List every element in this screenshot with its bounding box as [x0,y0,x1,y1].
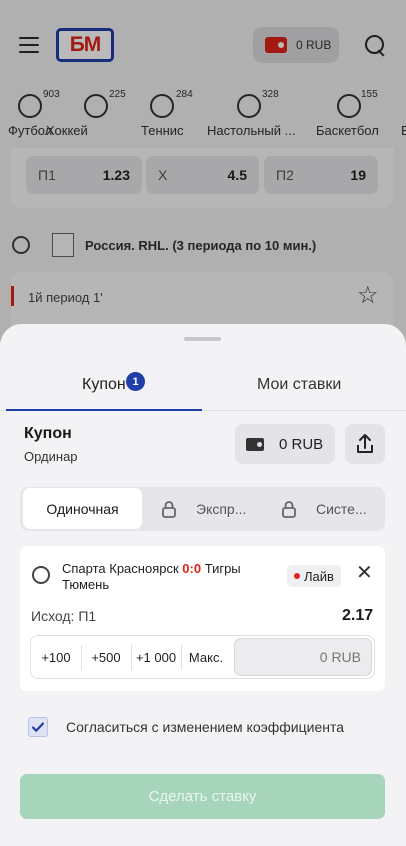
tab-my-bets[interactable]: Мои ставки [257,376,341,394]
quick-stake-1000[interactable]: +1 000 [131,636,181,678]
team-home: Спарта Красноярск [62,561,179,576]
bet-type-label: Одиночная [46,500,119,517]
bet-type-selector: Одиночная Экспр... Систе... [20,487,385,531]
coupon-type: Ординар [24,449,78,464]
quick-stake-100[interactable]: +100 [31,636,81,678]
match-teams: Спарта Красноярск 0:0 Тигры Тюмень [62,561,282,593]
stake-row: +100 +500 +1 000 Макс. [30,635,375,679]
place-bet-button[interactable]: Сделать ставку [20,774,385,819]
hockey-puck-icon [32,566,50,584]
lock-icon [282,501,296,518]
bet-type-single[interactable]: Одиночная [23,488,142,529]
quick-stake-max[interactable]: Макс. [181,636,231,678]
stake-input[interactable] [234,638,372,676]
live-label: Лайв [304,568,334,584]
bet-type-express[interactable]: Экспр... [160,487,246,531]
quick-stake-500[interactable]: +500 [81,636,131,678]
bet-type-system[interactable]: Систе... [280,487,367,531]
agree-odds-label[interactable]: Согласиться с изменением коэффициента [66,719,344,735]
bet-type-label: Систе... [316,501,367,517]
active-tab-indicator [6,409,202,411]
bet-slip-sheet: Купон 1 Мои ставки Купон Ординар 0 RUB О… [0,324,406,846]
live-badge: Лайв [287,565,341,587]
outcome-odds: 2.17 [342,607,374,624]
live-dot-icon [294,573,300,579]
lock-icon [162,501,176,518]
bet-type-label: Экспр... [196,501,247,517]
check-icon [31,722,45,732]
wallet-icon [246,437,264,451]
outcome-label: Исход: П1 [31,608,97,624]
close-icon[interactable]: ✕ [356,563,373,583]
bet-card: Спарта Красноярск 0:0 Тигры Тюмень Лайв … [20,546,385,691]
coupon-balance-button[interactable]: 0 RUB [235,424,335,464]
coupon-title: Купон [24,425,72,442]
coupon-count-badge: 1 [126,372,145,391]
match-score: 0:0 [182,561,202,576]
coupon-balance: 0 RUB [279,435,324,453]
share-button[interactable] [345,424,385,464]
sheet-drag-handle[interactable] [184,337,221,341]
agree-odds-checkbox[interactable] [28,717,48,737]
tab-coupon[interactable]: Купон [82,376,126,394]
share-icon [357,434,373,453]
